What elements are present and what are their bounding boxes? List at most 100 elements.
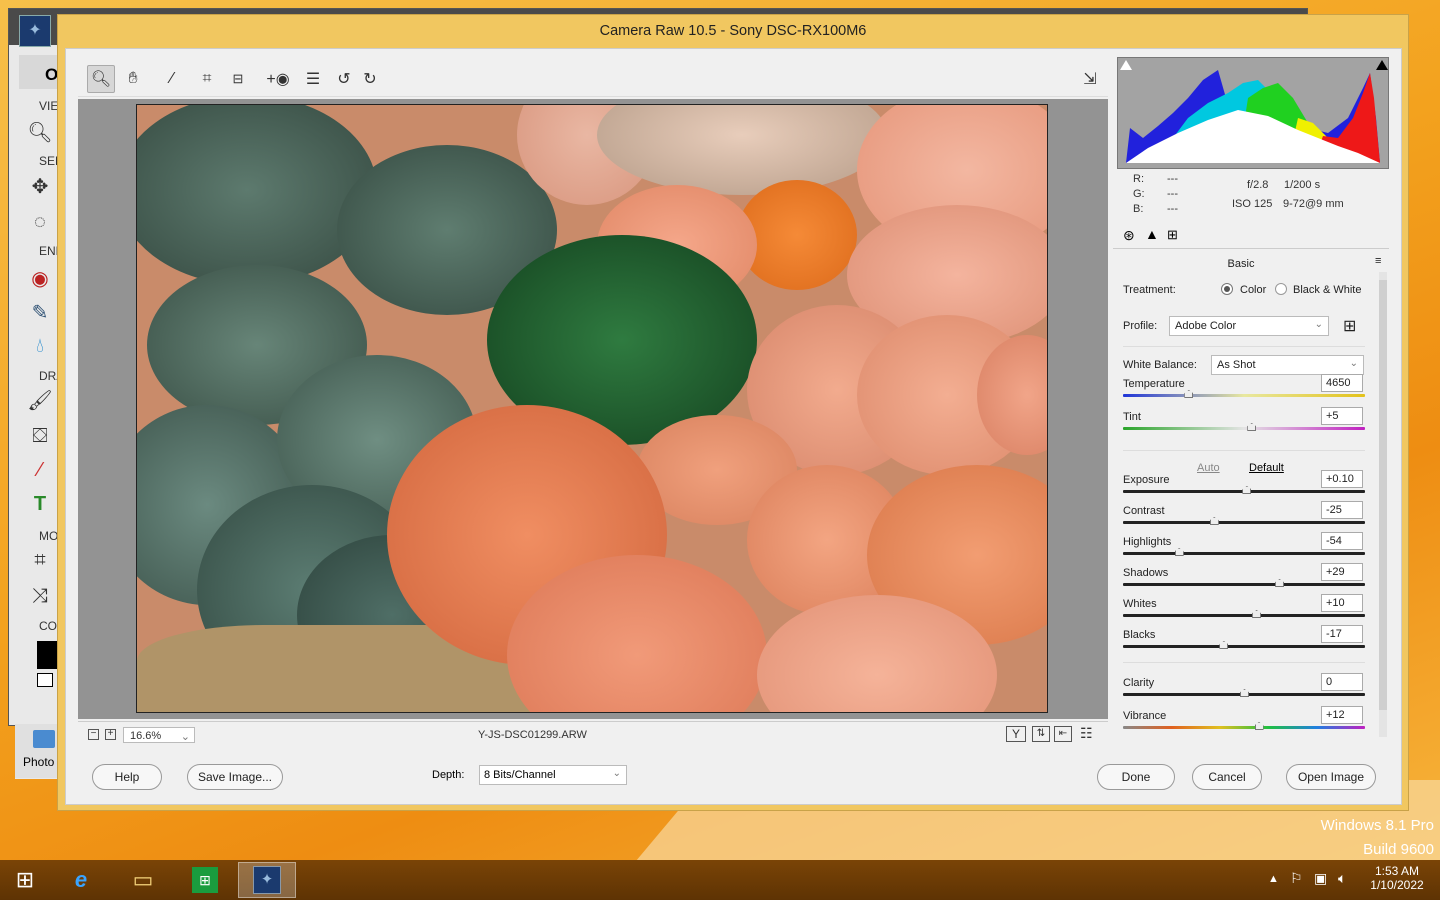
profile-value: Adobe Color — [1175, 320, 1237, 332]
tint-slider-thumb[interactable] — [1247, 423, 1257, 431]
crop-icon[interactable]: ⌗ — [25, 545, 55, 575]
tab-detail-icon[interactable]: ▲ — [1145, 226, 1159, 242]
highlights-slider-thumb[interactable] — [1174, 548, 1184, 556]
rotate-left-icon[interactable]: ↺ — [330, 65, 358, 93]
lasso-icon[interactable]: ◌ — [25, 207, 55, 237]
copy-settings-icon[interactable]: ⇤ — [1054, 726, 1072, 742]
fullscreen-icon[interactable]: ⇲ — [1076, 65, 1104, 93]
clarity-input[interactable]: 0 — [1321, 673, 1363, 691]
hand-tool-icon[interactable]: ✋︎ — [119, 65, 147, 93]
network-icon[interactable]: ▣ — [1314, 870, 1327, 887]
exposure-slider[interactable] — [1123, 486, 1365, 494]
host-app-logo-icon: ✦ — [19, 15, 51, 47]
vibrance-label: Vibrance — [1123, 710, 1167, 722]
exposure-input[interactable]: +0.10 — [1321, 470, 1363, 488]
move-icon[interactable]: ✥ — [25, 171, 55, 201]
recompose-icon[interactable]: ⤨ — [25, 581, 55, 611]
panel-scrollbar[interactable] — [1379, 272, 1387, 737]
crop-tool-icon[interactable]: ⌗ — [193, 65, 221, 93]
preferences-icon[interactable]: ☰ — [299, 65, 327, 93]
windows-build-text: Build 9600 — [1363, 841, 1434, 858]
profile-select[interactable]: Adobe Color ⌄ — [1169, 316, 1329, 336]
vibrance-input[interactable]: +12 — [1321, 706, 1363, 724]
save-image-button[interactable]: Save Image... — [187, 764, 283, 790]
g-value: --- — [1167, 188, 1178, 200]
shadows-slider[interactable] — [1123, 579, 1365, 587]
zoom-out-icon[interactable]: − — [88, 729, 99, 740]
white-balance-select[interactable]: As Shot ⌄ — [1211, 355, 1364, 375]
contrast-slider[interactable] — [1123, 517, 1365, 525]
clock[interactable]: 1:53 AM 1/10/2022 — [1366, 864, 1428, 892]
file-explorer-icon[interactable]: ▭ — [120, 862, 166, 898]
treatment-color-radio[interactable] — [1221, 283, 1233, 295]
paint-bucket-icon[interactable]: ⛋ — [25, 421, 55, 451]
show-hidden-icons-icon[interactable]: ▲ — [1268, 873, 1279, 885]
auto-link[interactable]: Auto — [1197, 462, 1220, 474]
zoom-icon[interactable]: 🔍︎ — [25, 117, 55, 147]
default-link[interactable]: Default — [1249, 462, 1284, 474]
blur-drop-icon[interactable]: 💧︎ — [25, 331, 55, 361]
internet-explorer-icon[interactable]: e — [58, 862, 104, 898]
right-panel: R: G: B: --- --- --- f/2.8 1/200 s ISO 1… — [1113, 57, 1391, 747]
photoshop-elements-task-icon[interactable]: ✦ — [238, 862, 296, 898]
blacks-slider-thumb[interactable] — [1219, 641, 1229, 649]
red-eye-tool-icon[interactable]: +◉ — [264, 65, 292, 93]
cancel-button[interactable]: Cancel — [1192, 764, 1262, 790]
shadows-slider-thumb[interactable] — [1275, 579, 1285, 587]
straighten-tool-icon[interactable]: ⊟ — [224, 65, 252, 93]
zoom-in-icon[interactable]: + — [105, 729, 116, 740]
temperature-slider-thumb[interactable] — [1184, 390, 1194, 398]
store-icon[interactable]: ⊞ — [182, 862, 228, 898]
whites-slider-thumb[interactable] — [1252, 610, 1262, 618]
volume-icon[interactable]: 🔈︎ — [1338, 870, 1346, 887]
tint-input[interactable]: +5 — [1321, 407, 1363, 425]
zoom-tool-icon[interactable]: 🔍︎ — [87, 65, 115, 93]
toggle-defaults-icon[interactable]: ☷ — [1080, 725, 1093, 742]
eyedropper-icon[interactable]: ⁄ — [25, 455, 55, 485]
profile-browser-icon[interactable]: ⊞ — [1343, 316, 1356, 336]
brush-heal-icon[interactable]: ✎ — [25, 297, 55, 327]
treatment-bw-radio[interactable] — [1275, 283, 1287, 295]
swap-settings-icon[interactable]: ⇅ — [1032, 726, 1050, 742]
shadows-label: Shadows — [1123, 567, 1169, 579]
zoom-level-select[interactable]: 16.6% ⌄ — [123, 727, 195, 743]
tab-effects-icon[interactable]: ⊞ — [1167, 227, 1178, 243]
temperature-slider[interactable] — [1123, 390, 1365, 398]
panel-menu-icon[interactable]: ≡ — [1375, 255, 1381, 267]
rotate-right-icon[interactable]: ↻ — [356, 65, 384, 93]
open-image-button[interactable]: Open Image — [1286, 764, 1376, 790]
before-after-toggle-icon[interactable]: Y — [1006, 726, 1026, 742]
help-button[interactable]: Help — [92, 764, 162, 790]
highlights-slider[interactable] — [1123, 548, 1365, 556]
done-button[interactable]: Done — [1097, 764, 1175, 790]
white-balance-tool-icon[interactable]: ⁄ — [158, 65, 186, 93]
white-balance-label: White Balance: — [1123, 359, 1197, 371]
whites-input[interactable]: +10 — [1321, 594, 1363, 612]
type-tool-icon[interactable]: T — [25, 489, 55, 519]
blacks-slider[interactable] — [1123, 641, 1365, 649]
vibrance-slider-thumb[interactable] — [1254, 722, 1264, 730]
clarity-slider[interactable] — [1123, 689, 1365, 697]
temperature-input[interactable]: 4650 — [1321, 374, 1363, 392]
whites-slider[interactable] — [1123, 610, 1365, 618]
highlights-input[interactable]: -54 — [1321, 532, 1363, 550]
tab-basic-icon[interactable]: ⊛ — [1123, 227, 1135, 244]
whites-label: Whites — [1123, 598, 1157, 610]
red-eye-icon[interactable]: ◉ — [25, 263, 55, 293]
depth-select[interactable]: 8 Bits/Channel ⌄ — [479, 765, 627, 785]
shadows-input[interactable]: +29 — [1321, 563, 1363, 581]
tint-slider[interactable] — [1123, 423, 1365, 431]
contrast-slider-thumb[interactable] — [1209, 517, 1219, 525]
file-name: Y-JS-DSC01299.ARW — [478, 729, 587, 741]
contrast-input[interactable]: -25 — [1321, 501, 1363, 519]
background-color-swatch[interactable] — [37, 673, 53, 687]
start-button-icon[interactable]: ⊞ — [2, 862, 48, 898]
action-center-flag-icon[interactable]: ⚐ — [1290, 870, 1303, 887]
vibrance-slider[interactable] — [1123, 722, 1365, 730]
image-preview-area[interactable] — [78, 99, 1108, 719]
clarity-slider-thumb[interactable] — [1240, 689, 1249, 697]
brush-icon[interactable]: 🖌︎ — [25, 385, 55, 415]
focal-length-value: 9-72@9 mm — [1283, 198, 1344, 210]
exposure-slider-thumb[interactable] — [1242, 486, 1252, 494]
blacks-input[interactable]: -17 — [1321, 625, 1363, 643]
